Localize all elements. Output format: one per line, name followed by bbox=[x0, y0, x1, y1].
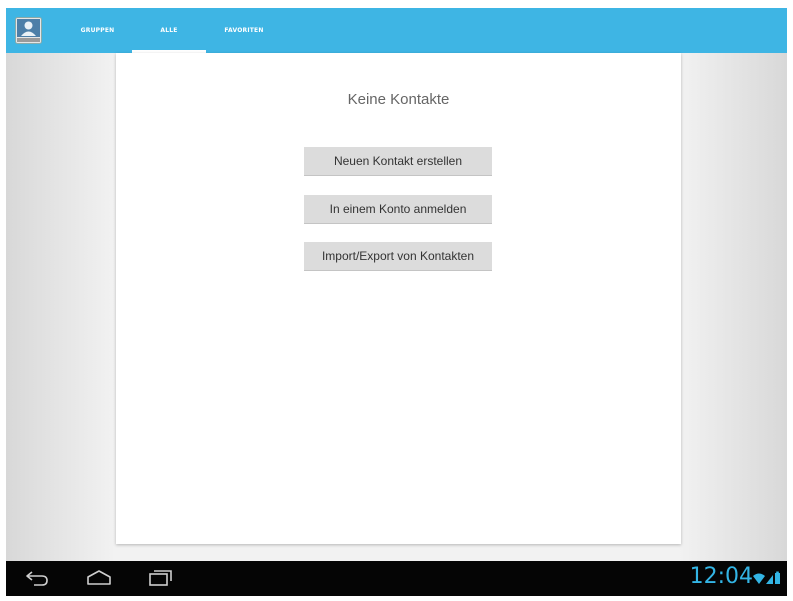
status-icons bbox=[753, 571, 781, 587]
screen: GRUPPEN ALLE FAVORITEN Keine Kontakte Ne… bbox=[6, 8, 787, 596]
sign-in-account-button[interactable]: In einem Konto anmelden bbox=[304, 195, 492, 224]
system-nav-bar: 12:04 bbox=[6, 561, 787, 596]
status-clock: 12:04 bbox=[689, 564, 753, 589]
battery-icon bbox=[775, 571, 780, 584]
tab-alle[interactable]: ALLE bbox=[132, 8, 206, 53]
tab-gruppen[interactable]: GRUPPEN bbox=[60, 8, 135, 53]
empty-state-title: Keine Kontakte bbox=[347, 91, 450, 108]
recents-icon[interactable] bbox=[144, 567, 174, 589]
home-icon[interactable] bbox=[84, 567, 114, 589]
create-contact-button[interactable]: Neuen Kontakt erstellen bbox=[304, 147, 492, 176]
tab-favoriten[interactable]: FAVORITEN bbox=[204, 8, 284, 53]
signal-icon bbox=[766, 575, 773, 584]
back-icon[interactable] bbox=[22, 567, 52, 589]
action-bar: GRUPPEN ALLE FAVORITEN bbox=[6, 8, 787, 53]
contacts-app-icon[interactable] bbox=[15, 17, 42, 44]
import-export-button[interactable]: Import/Export von Kontakten bbox=[304, 242, 492, 271]
contacts-card: Keine Kontakte Neuen Kontakt erstellen I… bbox=[116, 53, 681, 544]
tab-alle-label: ALLE bbox=[160, 27, 178, 34]
tab-favoriten-label: FAVORITEN bbox=[224, 27, 264, 34]
tab-gruppen-label: GRUPPEN bbox=[80, 27, 115, 34]
wifi-icon bbox=[753, 573, 765, 584]
